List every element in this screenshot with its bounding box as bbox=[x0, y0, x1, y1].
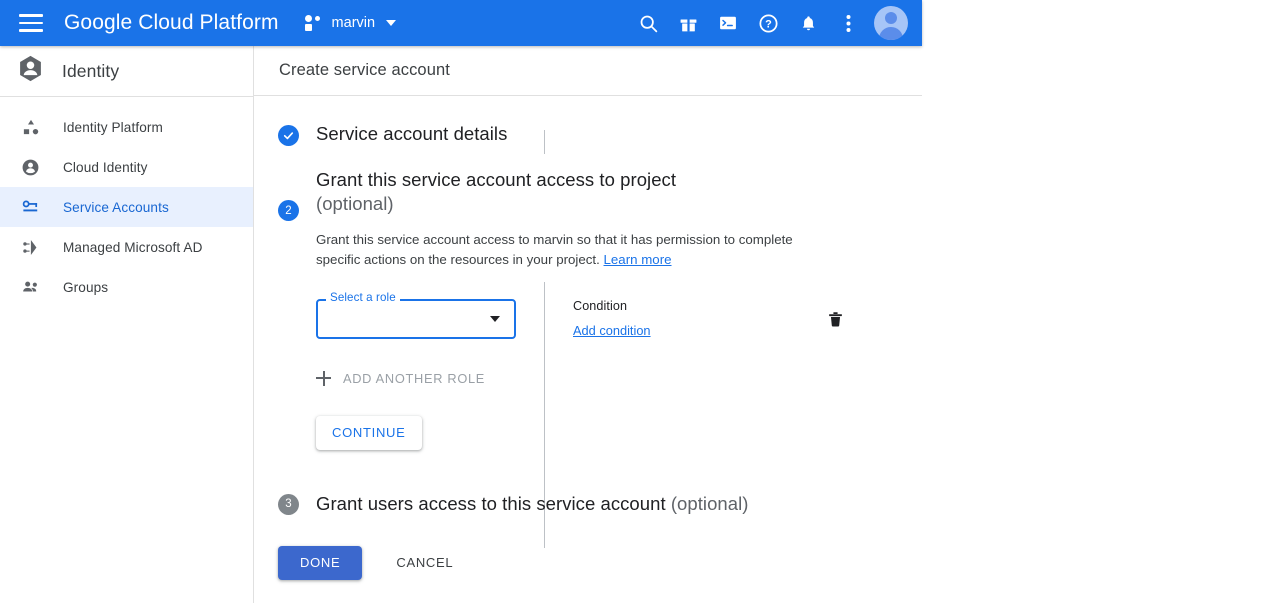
notifications-icon[interactable] bbox=[788, 3, 828, 43]
search-icon[interactable] bbox=[628, 3, 668, 43]
wizard-footer: DONE CANCEL bbox=[254, 545, 1272, 580]
app-root: Google Cloud Platform marvin ? Identity … bbox=[0, 0, 1272, 603]
select-a-role-dropdown[interactable]: Select a role bbox=[316, 291, 516, 339]
step-2-optional: (optional) bbox=[316, 193, 394, 215]
step-3-badge: 3 bbox=[278, 493, 299, 515]
step-connector-1 bbox=[544, 130, 545, 154]
page-title: Create service account bbox=[279, 61, 450, 79]
step-2-description-text: Grant this service account access to mar… bbox=[316, 232, 793, 268]
step-2-title: Grant this service account access to pro… bbox=[316, 168, 1272, 216]
project-selector[interactable]: marvin bbox=[304, 15, 397, 31]
page-title-bar: Create service account bbox=[254, 46, 922, 96]
continue-button[interactable]: CONTINUE bbox=[316, 415, 422, 450]
sidebar-item-label: Cloud Identity bbox=[63, 159, 148, 175]
trash-icon[interactable] bbox=[824, 309, 846, 331]
sidebar-item-identity-platform[interactable]: Identity Platform bbox=[0, 107, 253, 147]
step-2-description: Grant this service account access to mar… bbox=[316, 230, 796, 270]
brand-title: Google Cloud Platform bbox=[64, 11, 279, 34]
chevron-down-icon bbox=[386, 20, 397, 26]
hamburger-menu-icon[interactable] bbox=[19, 14, 43, 32]
sidebar-item-service-accounts[interactable]: Service Accounts bbox=[0, 187, 253, 227]
managed-microsoft-ad-icon bbox=[20, 237, 41, 258]
learn-more-link[interactable]: Learn more bbox=[604, 252, 672, 267]
chevron-down-icon bbox=[490, 315, 500, 322]
header-actions: ? bbox=[628, 3, 922, 43]
gift-icon[interactable] bbox=[668, 3, 708, 43]
sidebar-item-label: Identity Platform bbox=[63, 119, 163, 135]
sidebar-item-label: Groups bbox=[63, 279, 109, 295]
step-1-badge bbox=[278, 125, 299, 146]
wizard-step-2: 2 Grant this service account access to p… bbox=[254, 168, 1272, 450]
project-name: marvin bbox=[331, 15, 376, 31]
groups-icon bbox=[20, 277, 41, 298]
sidebar-item-managed-microsoft-ad[interactable]: Managed Microsoft AD bbox=[0, 227, 253, 267]
service-accounts-icon bbox=[20, 197, 41, 218]
top-header-bar: Google Cloud Platform marvin ? bbox=[0, 0, 922, 46]
step-2-title-text: Grant this service account access to pro… bbox=[316, 169, 677, 191]
cloud-shell-icon[interactable] bbox=[708, 3, 748, 43]
done-button[interactable]: DONE bbox=[278, 545, 363, 580]
sidebar-item-cloud-identity[interactable]: Cloud Identity bbox=[0, 147, 253, 187]
sidebar-item-label: Service Accounts bbox=[63, 199, 169, 215]
plus-icon bbox=[316, 370, 331, 386]
help-icon[interactable]: ? bbox=[748, 3, 788, 43]
sidebar-title: Identity bbox=[62, 60, 120, 81]
sidebar: Identity Identity Platform Cloud Identit… bbox=[0, 46, 254, 603]
wizard-step-1[interactable]: Service account details bbox=[254, 122, 1272, 146]
sidebar-item-groups[interactable]: Groups bbox=[0, 267, 253, 307]
avatar[interactable] bbox=[874, 6, 908, 40]
step-1-title: Service account details bbox=[316, 123, 508, 144]
step-3-optional: (optional) bbox=[670, 492, 749, 514]
main-content: Create service account Service account d… bbox=[254, 46, 1272, 603]
condition-label: Condition bbox=[573, 298, 628, 313]
select-a-role-label: Select a role bbox=[326, 291, 400, 304]
add-another-role-label: ADD ANOTHER ROLE bbox=[343, 370, 486, 386]
identity-hexagon-icon bbox=[16, 54, 45, 88]
condition-block: Condition Add condition bbox=[573, 299, 651, 340]
wizard-step-3[interactable]: 3 Grant users access to this service acc… bbox=[254, 492, 1272, 516]
step-3-title: Grant users access to this service accou… bbox=[316, 492, 1272, 516]
step-2-number: 2 bbox=[285, 204, 292, 217]
project-icon bbox=[304, 15, 323, 31]
role-row: Select a role Condition Add condition bbox=[316, 291, 1272, 351]
more-options-icon[interactable] bbox=[828, 3, 868, 43]
sidebar-item-label: Managed Microsoft AD bbox=[63, 239, 203, 255]
create-service-account-wizard: Service account details 2 Grant this ser… bbox=[254, 96, 1272, 580]
sidebar-header: Identity bbox=[0, 46, 253, 96]
identity-platform-icon bbox=[20, 117, 41, 138]
sidebar-nav: Identity Platform Cloud Identity Service… bbox=[0, 97, 253, 307]
step-3-title-text: Grant users access to this service accou… bbox=[316, 492, 666, 514]
step-2-badge: 2 bbox=[278, 200, 299, 222]
svg-text:?: ? bbox=[765, 18, 772, 30]
cloud-identity-icon bbox=[20, 157, 41, 178]
step-3-number: 3 bbox=[285, 498, 292, 511]
add-another-role-button[interactable]: ADD ANOTHER ROLE bbox=[316, 370, 486, 386]
add-condition-link[interactable]: Add condition bbox=[573, 323, 651, 338]
cancel-button[interactable]: CANCEL bbox=[384, 546, 465, 580]
